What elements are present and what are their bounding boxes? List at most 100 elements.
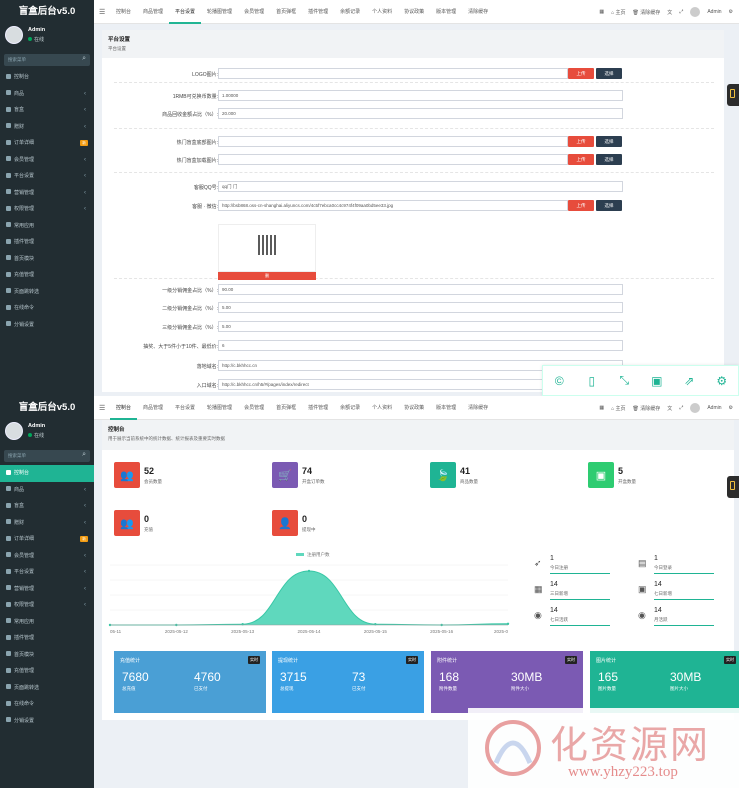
nav-tab[interactable]: 平台设置 <box>169 396 201 420</box>
field-input[interactable]: 90.00 <box>218 284 623 295</box>
sidebar-item[interactable]: 页面跳转选 <box>0 284 94 301</box>
upload-button[interactable]: 上传 <box>568 68 594 79</box>
search-icon[interactable]: ⌕ <box>82 55 86 63</box>
upload-button[interactable]: 上传 <box>568 200 594 211</box>
nav-tab[interactable]: 会员管理 <box>238 396 270 420</box>
sidebar-item[interactable]: 商品 ‹ <box>0 482 94 499</box>
choose-button[interactable]: 选择 <box>596 68 622 79</box>
sidebar-item[interactable]: 盲盒 ‹ <box>0 102 94 119</box>
gear-icon[interactable]: ⚙ <box>706 366 739 395</box>
nav-tab[interactable]: 插件管理 <box>302 396 334 420</box>
sidebar-item[interactable]: 分销设置 <box>0 713 94 730</box>
sidebar-item[interactable]: 首页模块 <box>0 647 94 664</box>
admin-name[interactable]: Admin <box>707 405 721 411</box>
sidebar-item[interactable]: 常用应用 <box>0 218 94 235</box>
sidebar-item[interactable]: 插件管理 <box>0 630 94 647</box>
upload-button[interactable]: 上传 <box>568 154 594 165</box>
sidebar-item[interactable]: 会员管理 ‹ <box>0 548 94 565</box>
sidebar-item[interactable]: 常用应用 <box>0 614 94 631</box>
field-input[interactable]: 20.000 <box>218 108 623 119</box>
nav-tab[interactable]: 协议政策 <box>398 0 430 24</box>
nav-tab[interactable]: 余额记录 <box>334 0 366 24</box>
field-input[interactable]: qq门 门 <box>218 181 623 192</box>
sidebar-item[interactable]: 分销设置 <box>0 317 94 334</box>
nav-tab[interactable]: 会员管理 <box>238 0 270 24</box>
nav-tab[interactable]: 控制台 <box>110 0 137 24</box>
sidebar-item[interactable]: 平台设置 ‹ <box>0 168 94 185</box>
nav-tab[interactable]: 版本管理 <box>430 0 462 24</box>
upload-button[interactable]: 上传 <box>568 136 594 147</box>
field-input[interactable]: 5.00 <box>218 321 623 332</box>
nav-tab[interactable]: 轮播图管理 <box>201 396 238 420</box>
sidebar-item[interactable]: 页面跳转选 <box>0 680 94 697</box>
fullscreen-icon[interactable]: ⤢ <box>679 9 683 15</box>
field-input[interactable]: 5.00 <box>218 302 623 313</box>
sidebar-item[interactable]: 商品 ‹ <box>0 86 94 103</box>
expand-icon[interactable]: ⤡ <box>608 366 641 395</box>
share-icon[interactable]: ⇗ <box>673 366 706 395</box>
field-input[interactable]: 1.00000 <box>218 90 623 101</box>
field-input[interactable] <box>218 68 568 79</box>
nav-tab[interactable]: 插件管理 <box>302 0 334 24</box>
field-input[interactable] <box>218 136 568 147</box>
nav-tab[interactable]: 清除缓存 <box>462 396 494 420</box>
sidebar-item[interactable]: 在线命令 <box>0 300 94 317</box>
sidebar-item[interactable]: 赠财 ‹ <box>0 119 94 136</box>
choose-button[interactable]: 选择 <box>596 136 622 147</box>
nav-tab[interactable]: 首页弹框 <box>270 0 302 24</box>
sidebar-item[interactable]: 权限管理 ‹ <box>0 201 94 218</box>
sidebar-item[interactable]: 营销管理 ‹ <box>0 581 94 598</box>
settings-gear-icon[interactable]: ⚙ <box>729 9 733 15</box>
translate-icon[interactable]: 文 <box>667 405 672 412</box>
nav-tab[interactable]: 平台设置 <box>169 0 202 24</box>
sidebar-item[interactable]: 控制台 <box>0 465 94 482</box>
sidebar-item[interactable]: 平台设置 ‹ <box>0 564 94 581</box>
nav-tab[interactable]: 商品管理 <box>137 396 169 420</box>
sidebar-item[interactable]: 营销管理 ‹ <box>0 185 94 202</box>
nav-tab[interactable]: 个人资料 <box>366 0 398 24</box>
home-link[interactable]: ⌂ 主页 <box>611 9 625 16</box>
grid-icon[interactable]: ▦ <box>599 9 604 15</box>
sidebar-item[interactable]: 充值管理 <box>0 663 94 680</box>
home-link[interactable]: ⌂ 主页 <box>611 405 625 412</box>
menu-toggle-icon[interactable]: ☰ <box>99 404 105 412</box>
nav-tab[interactable]: 版本管理 <box>430 396 462 420</box>
sidebar-item[interactable]: 订单详细 新 <box>0 531 94 548</box>
menu-toggle-icon[interactable]: ☰ <box>99 8 105 16</box>
field-input[interactable] <box>218 154 568 165</box>
settings-gear-icon[interactable]: ⚙ <box>729 405 733 411</box>
choose-button[interactable]: 选择 <box>596 200 622 211</box>
sidebar-item[interactable]: 会员管理 ‹ <box>0 152 94 169</box>
nav-tab[interactable]: 余额记录 <box>334 396 366 420</box>
field-input[interactable]: 6 <box>218 340 623 351</box>
side-drawer-tab[interactable] <box>727 84 739 106</box>
nav-tab[interactable]: 清除缓存 <box>462 0 494 24</box>
nav-tab[interactable]: 商品管理 <box>137 0 169 24</box>
admin-avatar[interactable] <box>690 403 701 413</box>
nav-tab[interactable]: 控制台 <box>110 396 138 420</box>
admin-name[interactable]: Admin <box>707 9 721 15</box>
sidebar-item[interactable]: 赠财 ‹ <box>0 515 94 532</box>
sidebar-search-input[interactable]: 搜索菜单 ⌕ <box>4 54 90 66</box>
clear-cache-link[interactable]: 🗑 清除缓存 <box>633 9 661 16</box>
sidebar-item[interactable]: 在线命令 <box>0 696 94 713</box>
delete-image-button[interactable]: 删 <box>218 272 316 280</box>
side-drawer-tab-2[interactable] <box>727 476 739 498</box>
nav-tab[interactable]: 协议政策 <box>398 396 430 420</box>
copyright-icon[interactable]: © <box>543 366 576 395</box>
clear-cache-link[interactable]: 🗑 清除缓存 <box>633 405 661 412</box>
admin-avatar[interactable] <box>690 7 701 17</box>
fullscreen-icon[interactable]: ⤢ <box>679 405 683 411</box>
sidebar-search-input-2[interactable]: 搜索菜单 ⌕ <box>4 450 90 462</box>
nav-tab[interactable]: 个人资料 <box>366 396 398 420</box>
sidebar-item[interactable]: 首页模块 <box>0 251 94 268</box>
nav-tab[interactable]: 轮播图管理 <box>201 0 238 24</box>
sidebar-item[interactable]: 控制台 <box>0 69 94 86</box>
nav-tab[interactable]: 首页弹框 <box>270 396 302 420</box>
sidebar-item[interactable]: 充值管理 <box>0 267 94 284</box>
choose-button[interactable]: 选择 <box>596 154 622 165</box>
sidebar-item[interactable]: 盲盒 ‹ <box>0 498 94 515</box>
save-icon[interactable]: ▣ <box>641 366 674 395</box>
sidebar-item[interactable]: 权限管理 ‹ <box>0 597 94 614</box>
translate-icon[interactable]: 文 <box>667 9 672 16</box>
